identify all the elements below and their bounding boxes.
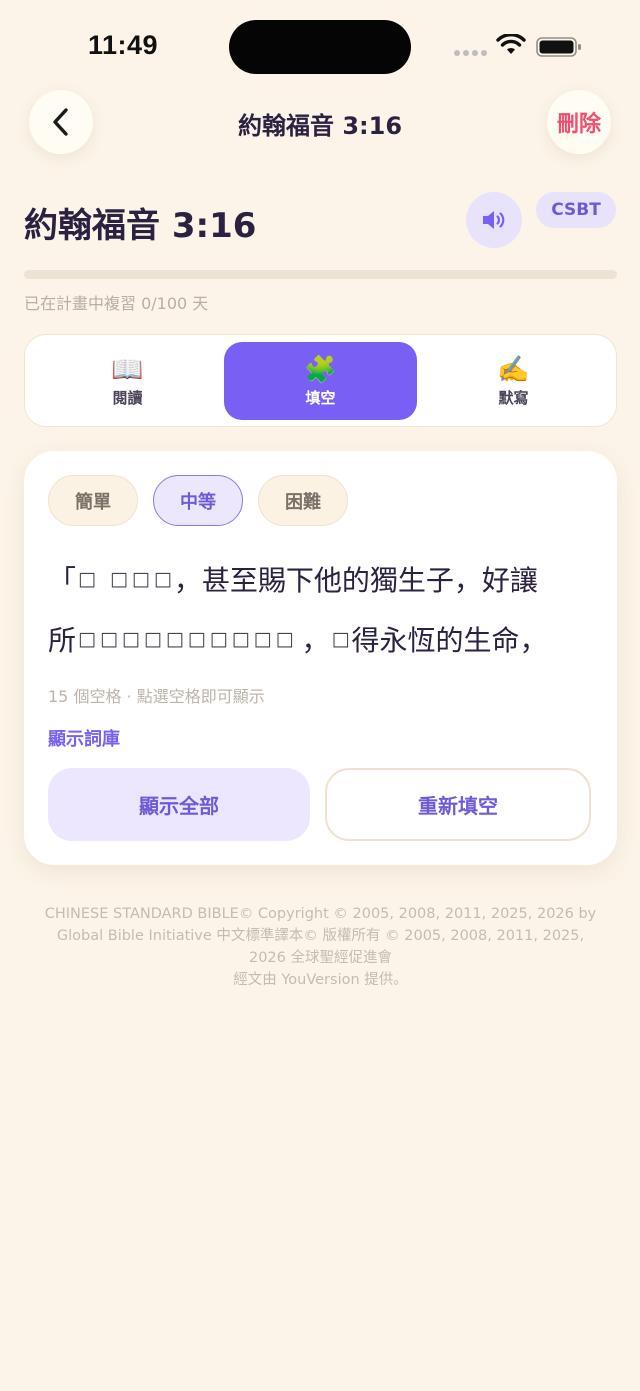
tab-cloze[interactable]: 🧩 填空 [224, 342, 417, 420]
copyright-notice: CHINESE STANDARD BIBLE© Copyright © 2005… [24, 903, 617, 991]
status-time: 11:49 [88, 30, 159, 60]
status-bar: 11:49 [0, 0, 640, 90]
refill-button[interactable]: 重新填空 [325, 768, 591, 841]
chevron-left-icon [53, 108, 68, 136]
header-title: 約翰福音 3:16 [237, 112, 403, 140]
copyright-line: Global Bible Initiative 中文標準譯本© 版權所有 © 2… [56, 928, 585, 944]
tab-cloze-label: 填空 [305, 388, 336, 407]
tab-read[interactable]: 📖 閱讀 [31, 342, 224, 420]
blank-slot[interactable]: □ [166, 628, 184, 650]
cellular-signal-icon [454, 50, 487, 56]
blank-slot[interactable]: □ [210, 628, 228, 650]
version-badge[interactable]: CSBT [536, 192, 616, 228]
show-word-bank-link[interactable]: 顯示詞庫 [48, 725, 120, 751]
speaker-icon [483, 211, 505, 229]
blank-slot[interactable]: □ [188, 628, 206, 650]
audio-play-button[interactable] [466, 192, 522, 248]
verse-text: 「 [48, 564, 77, 597]
writing-hand-icon: ✍️ [497, 354, 530, 385]
blank-slot[interactable]: □ [132, 568, 150, 590]
verse-text: ， [301, 624, 330, 657]
mode-tabs: 📖 閱讀 🧩 填空 ✍️ 默寫 [24, 334, 617, 427]
difficulty-hard-button[interactable]: 困難 [258, 475, 348, 526]
blank-slot[interactable]: □ [100, 628, 118, 650]
blank-slot[interactable]: □ [276, 628, 294, 650]
verse-text: 所 [48, 624, 77, 657]
blank-slot[interactable]: □ [78, 568, 96, 590]
blank-slot[interactable]: □ [332, 628, 350, 650]
delete-button[interactable]: 刪除 [547, 90, 611, 154]
copyright-line: 經文由 YouVersion 提供。 [233, 972, 408, 988]
blank-slot[interactable]: □ [144, 628, 162, 650]
show-all-button[interactable]: 顯示全部 [48, 768, 310, 841]
puzzle-icon: 🧩 [304, 354, 337, 385]
difficulty-medium-button[interactable]: 中等 [153, 475, 243, 526]
verse-text: 得永恆的生命， [351, 624, 548, 657]
tab-dictation-label: 默寫 [498, 388, 529, 407]
review-progress-bar [24, 270, 617, 279]
back-button[interactable] [29, 90, 93, 154]
book-icon: 📖 [111, 354, 144, 385]
verse-line-2: 所 □ □ □ □ □ □ □ □ □ □ ， □ 得永恆的生命， [48, 619, 596, 659]
blank-slot[interactable]: □ [232, 628, 250, 650]
copyright-line: CHINESE STANDARD BIBLE© Copyright © 2005… [44, 906, 597, 922]
battery-icon [536, 37, 581, 57]
dynamic-island [229, 20, 411, 74]
verse-text: ，甚至賜下他的獨生子，好讓 [173, 564, 538, 597]
verse-line-1: 「 □ □ □ □ ，甚至賜下他的獨生子，好讓 [48, 559, 596, 599]
tab-read-label: 閱讀 [112, 388, 143, 407]
tab-dictation[interactable]: ✍️ 默寫 [417, 342, 610, 420]
blank-slot[interactable]: □ [154, 568, 172, 590]
blank-slot[interactable]: □ [110, 568, 128, 590]
blank-slot[interactable]: □ [122, 628, 140, 650]
blank-slot[interactable]: □ [254, 628, 272, 650]
cloze-card: 簡單 中等 困難 「 □ □ □ □ ，甚至賜下他的獨生子，好讓 所 □ □ □… [24, 451, 617, 865]
difficulty-easy-button[interactable]: 簡單 [48, 475, 138, 526]
blank-slot[interactable]: □ [78, 628, 96, 650]
verse-reference-title: 約翰福音 3:16 [24, 206, 257, 246]
wifi-icon [496, 34, 526, 54]
review-progress-text: 已在計畫中複習 0/100 天 [24, 294, 209, 313]
copyright-line: 2026 全球聖經促進會 [248, 950, 392, 966]
blank-count-hint: 15 個空格 · 點選空格即可顯示 [48, 687, 265, 706]
